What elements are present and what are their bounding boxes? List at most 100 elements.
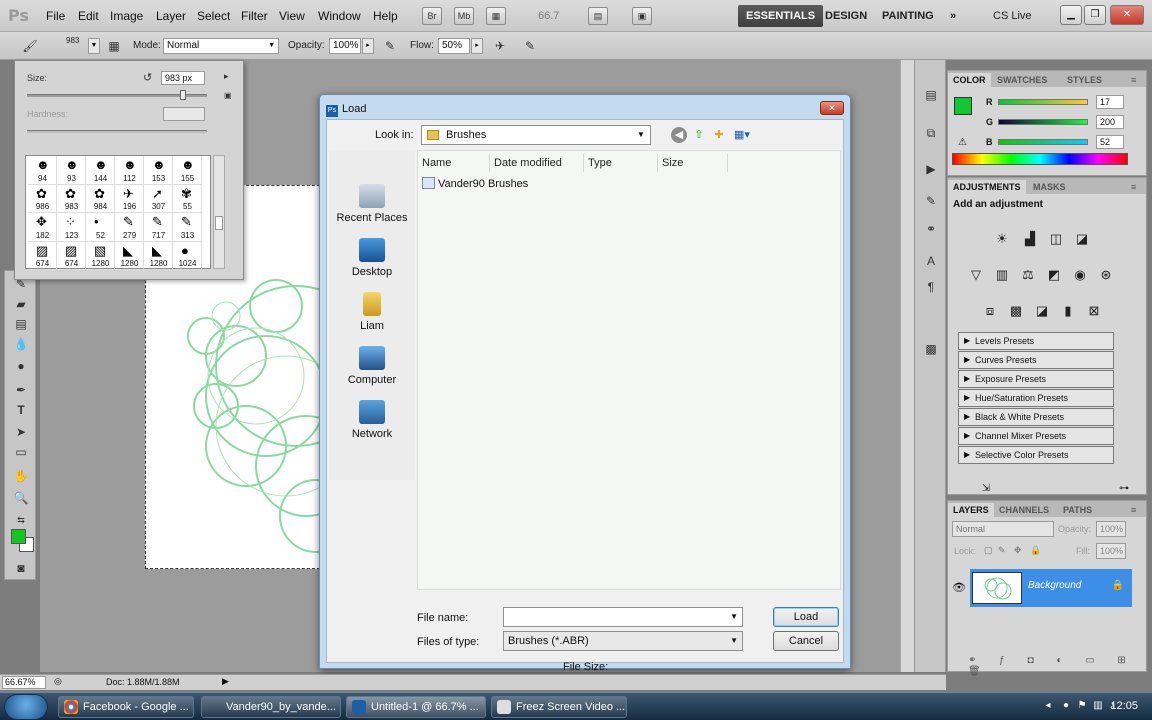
tray-flag-icon[interactable]: ⚑ [1076,700,1088,712]
brush-preset-cell[interactable]: ✿ 983 [57,184,86,213]
panel-menu-icon[interactable]: ≡ [1126,503,1141,517]
brush-size-preview[interactable]: 983 [66,36,79,45]
tray-app-icon[interactable]: ● [1060,700,1072,712]
paragraph-icon[interactable]: ¶ [921,278,941,296]
tab-layers[interactable]: LAYERS [948,503,994,517]
tray-chevron-icon[interactable]: ◂ [1042,700,1054,712]
tab-adjustments[interactable]: ADJUSTMENTS [948,180,1026,194]
up-folder-icon[interactable]: ⇧ [691,127,707,143]
gamut-warning-icon[interactable]: ⚠ [958,137,967,148]
look-in-combo[interactable]: Brushes ▼ [421,125,651,145]
clock[interactable]: 12:05 [1110,700,1138,712]
clone-source-icon[interactable]: ⚭ [921,220,941,238]
menu-window[interactable]: Window [318,9,361,23]
brush-preset-cell[interactable]: ✎ 279 [115,213,144,242]
preset-exposure[interactable]: ▶ Exposure Presets [958,370,1114,388]
brush-preset-cell[interactable]: • 52 [86,213,115,242]
more-workspaces-icon[interactable]: » [942,5,964,27]
start-button-icon[interactable] [4,694,48,720]
menu-edit[interactable]: Edit [78,9,99,23]
close-icon[interactable]: ✕ [1110,5,1144,25]
brush-preset-cell[interactable]: ☻ 94 [28,156,57,185]
blend-mode-select[interactable]: Normal [952,521,1054,537]
tab-masks[interactable]: MASKS [1028,180,1071,194]
mini-bridge-panel-icon[interactable]: ▩ [921,340,941,358]
extras-icon[interactable]: ▦ [486,7,506,25]
hardness-input[interactable] [163,107,205,121]
brush-preset-cell[interactable]: ▧ 1280 [86,241,115,270]
preset-curves[interactable]: ▶ Curves Presets [958,351,1114,369]
workspace-essentials[interactable]: ESSENTIALS [738,5,824,27]
brush-preset-cell[interactable]: ☻ 144 [86,156,115,185]
brush-preset-cell[interactable]: ✈ 196 [115,184,144,213]
dodge-icon[interactable]: ● [11,357,31,375]
zoom-icon[interactable]: 🔍 [11,489,31,507]
menu-image[interactable]: Image [110,9,143,23]
place-desktop[interactable]: Desktop [329,238,415,278]
path-select-icon[interactable]: ➤ [11,423,31,441]
b-slider[interactable] [998,139,1088,145]
g-input[interactable]: 200 [1096,115,1124,129]
pressure-size-icon[interactable]: ✎ [520,37,540,55]
preset-selective-color[interactable]: ▶ Selective Color Presets [958,446,1114,464]
file-list[interactable]: Name Date modified Type Size Vander90 Br… [417,150,841,590]
levels-icon[interactable]: ▟ [1020,230,1040,248]
swap-colors-icon[interactable]: ⇆ [11,511,31,529]
brush-tool-icon[interactable]: 🖌 [20,37,40,55]
cs-live-button[interactable]: CS Live [985,5,1040,27]
menu-filter[interactable]: Filter [241,9,268,23]
brush-preset-cell[interactable]: ▨ 674 [28,241,57,270]
panel-menu-icon[interactable]: ≡ [1126,73,1141,87]
layer-background[interactable]: Background 🔒 [970,569,1132,607]
r-slider[interactable] [998,99,1088,105]
reset-size-icon[interactable]: ↺ [143,71,152,84]
cancel-button[interactable]: Cancel [773,631,839,651]
actions-icon[interactable]: ▶ [921,160,941,178]
task-screen-recorder[interactable]: Freez Screen Video ... [491,696,627,718]
b-input[interactable]: 52 [1096,135,1124,149]
preset-levels[interactable]: ▶ Levels Presets [958,332,1114,350]
brush-picker-arrow-icon[interactable]: ▼ [88,38,100,54]
menu-layer[interactable]: Layer [156,9,186,23]
type-icon[interactable]: T [11,401,31,419]
minimize-icon[interactable]: ▁ [1060,5,1082,25]
selective-color-icon[interactable]: ⊠ [1084,302,1104,320]
arrange-icon[interactable]: ▤ [588,7,608,25]
brush-preset-cell[interactable]: ☻ 93 [57,156,86,185]
place-recent[interactable]: Recent Places [329,184,415,224]
files-of-type-select[interactable]: Brushes (*.ABR) ▼ [503,631,743,651]
task-archive[interactable]: Vander90_by_vande... [201,696,341,718]
flow-input[interactable]: 50% [438,38,470,54]
place-network[interactable]: Network [329,400,415,440]
flow-slider-arrow-icon[interactable]: ▸ [471,38,483,54]
view-menu-icon[interactable]: ▦▾ [731,127,753,143]
mini-bridge-icon[interactable]: Mb [454,7,474,25]
size-slider[interactable] [27,90,207,100]
return-to-list-icon[interactable]: ⇲ [976,480,996,498]
lock-pixels-icon[interactable]: ✎ [998,545,1006,556]
place-computer[interactable]: Computer [329,346,415,386]
zoom-level[interactable]: 66.7 [538,10,559,22]
cs-review-icon[interactable]: ▤ [921,86,941,104]
brush-preset-cell[interactable]: ◣ 1280 [115,241,144,270]
menu-select[interactable]: Select [197,9,230,23]
shape-icon[interactable]: ▭ [11,443,31,461]
brightness-contrast-icon[interactable]: ☀ [992,230,1012,248]
gradient-map-icon[interactable]: ▮ [1058,302,1078,320]
new-preset-icon[interactable]: ▣ [224,91,232,100]
brush-presets-icon[interactable]: ✎ [921,192,941,210]
brush-preset-cell[interactable]: ☻ 112 [115,156,144,185]
brush-preset-grid[interactable]: ☻ 94 ☻ 93 ☻ 144 ☻ 112 ☻ 153 ☻ 155 ✿ 986 ✿ 983 ✿ 984 ✈ 196 ➚ 3… [25,155,211,270]
history-icon[interactable]: ⧉ [921,124,941,142]
r-input[interactable]: 17 [1096,95,1124,109]
brush-preset-cell[interactable]: ✿ 986 [28,184,57,213]
tray-network-icon[interactable]: ▥ [1092,700,1104,712]
brush-preset-cell[interactable]: ● 1024 [173,241,202,270]
brush-preset-cell[interactable]: ✾ 55 [173,184,202,213]
brush-preset-cell[interactable]: ✎ 717 [144,213,173,242]
g-slider[interactable] [998,119,1088,125]
mode-select[interactable]: Normal ▼ [163,38,279,54]
brush-preset-cell[interactable]: ✿ 984 [86,184,115,213]
menu-help[interactable]: Help [373,9,398,23]
fill-input[interactable]: 100% [1096,543,1126,559]
